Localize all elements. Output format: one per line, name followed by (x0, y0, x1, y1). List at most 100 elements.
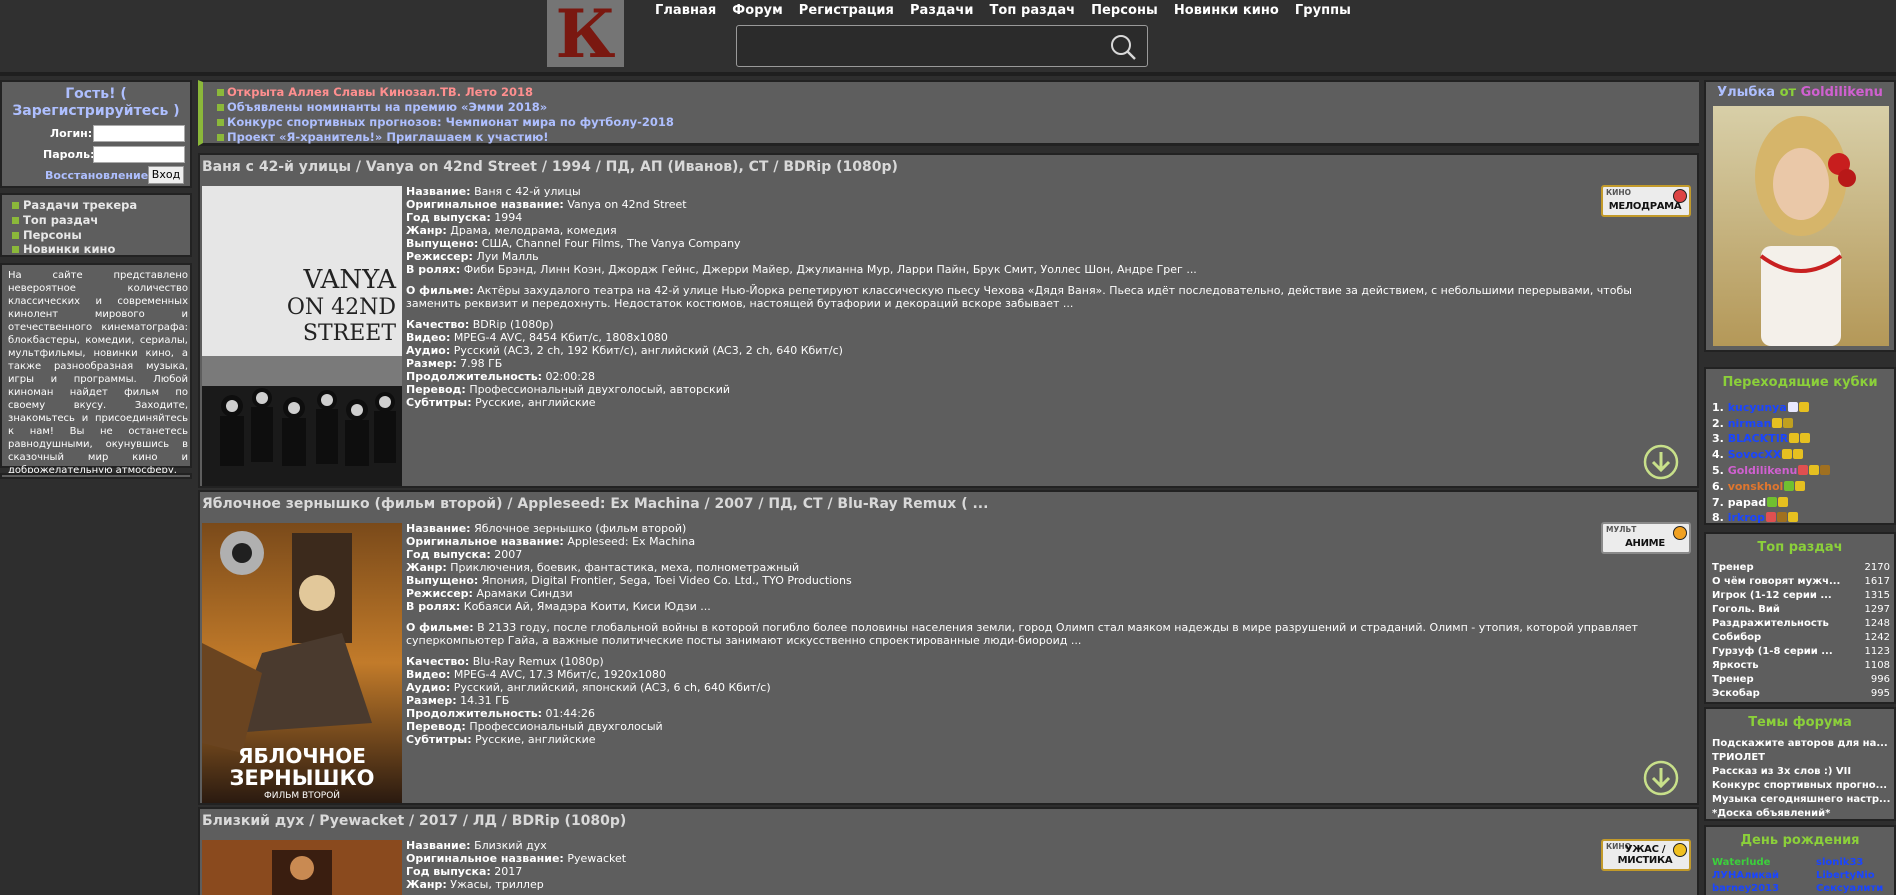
cup-item[interactable]: 6. vonskhol (1712, 480, 1806, 493)
nav-releases[interactable]: Раздачи (910, 3, 974, 18)
post-title[interactable]: Яблочное зернышко (фильм второй) / Apple… (202, 496, 988, 512)
top-release-item[interactable]: Эскобар 995 (1712, 688, 1890, 699)
cup-item[interactable]: 1. kucyunya (1712, 401, 1809, 414)
detail-line: Выпущено: США, Channel Four Films, The V… (406, 237, 741, 250)
release-post: Близкий дух / Pyewacket / 2017 / ЛД / BD… (198, 807, 1699, 895)
birthday-user-link[interactable]: barney2013 (1712, 883, 1779, 894)
login-field[interactable] (93, 125, 185, 142)
forum-topic-link[interactable]: ТРИОЛЕТ (1712, 752, 1765, 763)
cup-item[interactable]: 3. BLACKTIR (1712, 432, 1811, 445)
smile-user-link[interactable]: Goldilikenu (1801, 85, 1883, 100)
left-nav-item-top[interactable]: Топ раздач (12, 213, 98, 227)
category-badge[interactable]: КИНО МЕЛОДРАМА (1601, 185, 1691, 217)
forum-topic-link[interactable]: Конкурс спортивных прогно... (1712, 780, 1887, 791)
poster-image[interactable]: ЯБЛОЧНОЕ ЗЕРНЫШКО ФИЛЬМ ВТОРОЙ (202, 523, 402, 803)
top-release-item[interactable]: Раздражительность 1248 (1712, 618, 1890, 629)
top-release-item[interactable]: Тренер 2170 (1712, 562, 1890, 573)
poster-title-line: STREET (303, 321, 396, 346)
post-title[interactable]: Ваня с 42-й улицы / Vanya on 42nd Street… (202, 159, 898, 175)
birthday-user-link[interactable]: LibertyNio (1816, 870, 1875, 881)
tech-details: Качество: Blu-Ray Remux (1080p) Видео: M… (406, 655, 771, 746)
news-item[interactable]: Конкурс спортивных прогнозов: Чемпионат … (217, 115, 674, 129)
smile-label: Улыбка (1717, 85, 1776, 100)
download-icon[interactable] (1643, 444, 1679, 480)
left-nav: Раздачи трекера Топ раздач Персоны Новин… (0, 193, 192, 257)
detail-line: Выпущено: Япония, Digital Frontier, Sega… (406, 574, 852, 587)
post-title[interactable]: Близкий дух / Pyewacket / 2017 / ЛД / BD… (202, 813, 626, 829)
register-link[interactable]: Зарегистрируйтесь ) (2, 103, 190, 120)
poster-title-line: ЯБЛОЧНОЕ (238, 744, 366, 768)
detail-line: Год выпуска: 2007 (406, 548, 523, 561)
birthday-user-link[interactable]: Сексуалити (1816, 883, 1883, 894)
left-footer-bar (0, 473, 192, 479)
top-release-item[interactable]: Тренер 996 (1712, 674, 1890, 685)
badge-genre: АНИМЕ (1625, 538, 1665, 549)
smile-box: Улыбка от Goldilikenu (1704, 80, 1896, 352)
nav-persons[interactable]: Персоны (1091, 3, 1158, 18)
top-release-item[interactable]: Собибор 1242 (1712, 632, 1890, 643)
detail-line: В ролях: Кобаяси Ай, Ямадэра Коити, Киси… (406, 600, 711, 613)
top-release-item[interactable]: Игрок (1-12 серии ... 1315 (1712, 590, 1890, 601)
restore-link[interactable]: Восстановление! (45, 169, 153, 182)
top-nav: Главная Форум Регистрация Раздачи Топ ра… (655, 3, 1351, 18)
login-button[interactable]: Вход (148, 166, 184, 184)
password-field[interactable] (93, 146, 185, 163)
smile-title: Улыбка от Goldilikenu (1706, 85, 1894, 100)
badge-icon (1673, 843, 1687, 857)
birthday-user-link[interactable]: ЛУНАликай (1712, 870, 1779, 881)
detail-line: Режиссер: Луи Малль (406, 250, 539, 263)
cup-item[interactable]: 4. SovocXX (1712, 448, 1804, 461)
left-nav-item-new[interactable]: Новинки кино (12, 242, 115, 256)
nav-groups[interactable]: Группы (1295, 3, 1351, 18)
description: О фильме: В 2133 году, после глобальной … (406, 621, 1638, 647)
detail-line: Режиссер: Арамаки Синдзи (406, 587, 573, 600)
poster-title-line: VANYA (303, 265, 398, 295)
site-logo[interactable]: К (547, 0, 624, 67)
forum-topic-link[interactable]: Подскажите авторов для на... (1712, 738, 1888, 749)
guest-greeting[interactable]: Гость! ( Зарегистрируйтесь ) (2, 86, 190, 120)
search-icon[interactable] (1109, 33, 1137, 61)
top-release-item[interactable]: Гурзуф (1-8 серии ... 1123 (1712, 646, 1890, 657)
nav-new-movies[interactable]: Новинки кино (1174, 3, 1279, 18)
top-release-item[interactable]: Яркость 1108 (1712, 660, 1890, 671)
news-item[interactable]: Открыта Аллея Славы Кинозал.ТВ. Лето 201… (217, 85, 533, 99)
birthday-user-link[interactable]: Waterlude (1712, 857, 1770, 868)
cup-item[interactable]: 2. nirman (1712, 417, 1794, 430)
search-input[interactable] (736, 25, 1148, 67)
smile-photo[interactable] (1713, 106, 1889, 346)
forum-topic-link[interactable]: Рассказ из 3х слов :) VII (1712, 766, 1851, 777)
nav-register[interactable]: Регистрация (799, 3, 894, 18)
nav-forum[interactable]: Форум (732, 3, 782, 18)
top-release-item[interactable]: Гоголь. Вий 1297 (1712, 604, 1890, 615)
forum-topic-link[interactable]: Музыка сегодняшнего настр... (1712, 794, 1890, 805)
poster-image[interactable]: VANYA ON 42ND STREET (202, 186, 402, 486)
detail-line: Жанр: Ужасы, триллер (406, 878, 544, 891)
cup-item[interactable]: 7. papad (1712, 496, 1789, 509)
detail-line: Оригинальное название: Appleseed: Ex Mac… (406, 535, 696, 548)
news-item[interactable]: Объявлены номинанты на премию «Эмми 2018… (217, 100, 547, 114)
category-badge[interactable]: МУЛЬТ АНИМЕ (1601, 522, 1691, 554)
birthday-user-link[interactable]: slonik33 (1816, 857, 1863, 868)
cup-item[interactable]: 5. Goldilikenu (1712, 464, 1831, 477)
cup-item[interactable]: 8. irkrop (1712, 511, 1799, 524)
logo-letter: К (555, 0, 616, 73)
news-item[interactable]: Проект «Я-хранитель!» Приглашаем к участ… (217, 130, 549, 144)
cups-box: Переходящие кубки 1. kucyunya 2. nirman … (1704, 367, 1896, 525)
nav-home[interactable]: Главная (655, 3, 716, 18)
download-icon[interactable] (1643, 760, 1679, 796)
category-badge[interactable]: КИНО УЖАС / МИСТИКА (1601, 839, 1691, 871)
post-details: Название: Яблочное зернышко (фильм второ… (406, 522, 1656, 746)
badge-type: КИНО (1606, 188, 1632, 197)
top-release-item[interactable]: О чём говорят мужч... 1617 (1712, 576, 1890, 587)
detail-line: Оригинальное название: Pyewacket (406, 852, 627, 865)
tech-details: Качество: BDRip (1080p) Видео: MPEG-4 AV… (406, 318, 843, 409)
badge-icon (1673, 189, 1687, 203)
left-nav-item-persons[interactable]: Персоны (12, 228, 82, 242)
left-nav-item-releases[interactable]: Раздачи трекера (12, 198, 137, 212)
forum-topic-link[interactable]: *Доска объявлений* (1712, 808, 1830, 819)
release-post: Ваня с 42-й улицы / Vanya on 42nd Street… (198, 153, 1699, 488)
nav-top-releases[interactable]: Топ раздач (989, 3, 1075, 18)
detail-line: Оригинальное название: Vanya on 42nd Str… (406, 198, 687, 211)
detail-line: Год выпуска: 1994 (406, 211, 523, 224)
poster-image[interactable] (202, 840, 402, 895)
